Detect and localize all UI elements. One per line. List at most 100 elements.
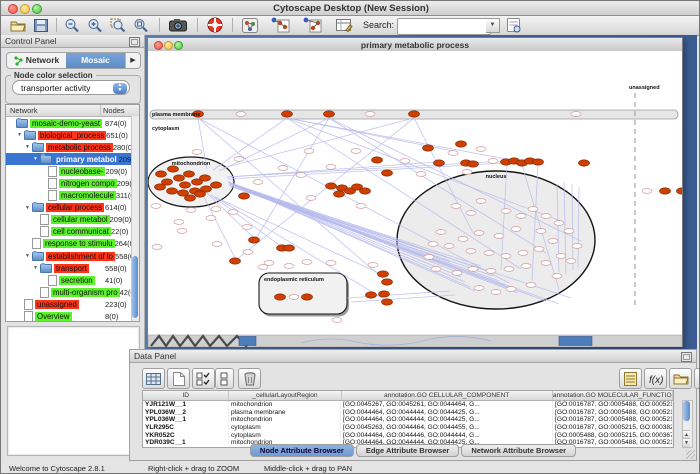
tree-scrollbar[interactable] xyxy=(131,116,139,321)
network-node-selected[interactable] xyxy=(660,188,671,194)
network-node-selected[interactable] xyxy=(200,175,211,181)
network-node-unselected[interactable] xyxy=(486,269,496,274)
network-node-selected[interactable] xyxy=(155,184,166,190)
network-node-selected[interactable] xyxy=(378,271,389,277)
unselect-attributes-icon[interactable] xyxy=(215,368,234,389)
network-node-selected[interactable] xyxy=(211,182,222,188)
tree-col-nodes[interactable]: Nodes xyxy=(101,105,139,116)
network-node-unselected[interactable] xyxy=(242,225,252,230)
network-node-unselected[interactable] xyxy=(258,265,268,270)
table-row[interactable]: YKR052Ccytoplasm[GO:0044464, GO:0044446,… xyxy=(143,432,673,440)
network-node-selected[interactable] xyxy=(185,195,196,201)
network-node-unselected[interactable] xyxy=(462,170,472,175)
tree-row[interactable]: Overview8(0) xyxy=(6,311,139,323)
network-node-unselected[interactable] xyxy=(228,210,238,215)
attribute-heatmap-icon[interactable] xyxy=(694,368,700,389)
network-node-unselected[interactable] xyxy=(536,229,546,234)
network-node-unselected[interactable] xyxy=(566,259,576,264)
network-node-unselected[interactable] xyxy=(642,189,652,194)
network-node-selected[interactable] xyxy=(174,175,185,181)
zoom-fit-icon[interactable] xyxy=(130,16,152,34)
tab-network[interactable]: Network xyxy=(7,53,66,68)
network-node-unselected[interactable] xyxy=(368,263,378,268)
tree-row[interactable]: mosaic-demo-yeast874(0) xyxy=(6,117,139,129)
network-node-unselected[interactable] xyxy=(521,264,531,269)
snapshot-camera-icon[interactable] xyxy=(167,16,189,34)
tree-row[interactable]: ▼primary metabol209(... xyxy=(6,153,139,165)
tab-overflow-icon[interactable]: ▶ xyxy=(125,53,140,68)
network-node-selected[interactable] xyxy=(456,141,467,147)
network-node-unselected[interactable] xyxy=(304,149,314,154)
network-node-unselected[interactable] xyxy=(302,260,312,265)
network-node-unselected[interactable] xyxy=(541,261,551,266)
network-node-selected[interactable] xyxy=(409,111,420,117)
network-node-unselected[interactable] xyxy=(448,151,458,156)
network-node-unselected[interactable] xyxy=(284,264,294,269)
table-col-header[interactable]: annotation.GO MOLECULAR_FUNCTION xyxy=(553,391,673,400)
node-color-attribute-select[interactable]: transporter activity ▲▼ xyxy=(12,80,130,95)
zoom-in-icon[interactable] xyxy=(84,16,106,34)
tree-row[interactable]: ▼biological_process651(0) xyxy=(6,129,139,141)
network-node-selected[interactable] xyxy=(579,160,590,166)
table-scrollbar-thumb[interactable] xyxy=(683,401,690,421)
network-view-window[interactable]: primary metabolic process plasma membran… xyxy=(147,37,683,347)
network-node-unselected[interactable] xyxy=(296,173,306,178)
network-node-unselected[interactable] xyxy=(494,234,504,239)
network-node-unselected[interactable] xyxy=(400,159,410,164)
tree-row[interactable]: cell communicat22(0) xyxy=(6,226,139,238)
network-node-selected[interactable] xyxy=(239,193,250,199)
network-node-unselected[interactable] xyxy=(278,166,288,171)
float-panel-icon[interactable] xyxy=(129,37,140,47)
network-node-unselected[interactable] xyxy=(416,172,426,177)
network-node-unselected[interactable] xyxy=(351,149,361,154)
tree-row[interactable]: unassigned223(0) xyxy=(6,298,139,310)
network-node-unselected[interactable] xyxy=(428,242,438,247)
network-node-selected[interactable] xyxy=(382,299,393,305)
function-builder-icon[interactable]: f(x) xyxy=(644,368,667,389)
network-node-selected[interactable] xyxy=(195,191,206,197)
network-node-unselected[interactable] xyxy=(511,227,521,232)
network-node-selected[interactable] xyxy=(275,294,286,300)
table-col-header[interactable]: _cellularLayoutRegion xyxy=(229,391,341,400)
expand-arrow-icon[interactable]: ▼ xyxy=(17,132,24,138)
network-node-unselected[interactable] xyxy=(506,287,516,292)
network-node-unselected[interactable] xyxy=(452,271,462,276)
network-node-unselected[interactable] xyxy=(326,165,336,170)
table-row[interactable]: YLR295Ccytoplasm[GO:0045263, GO:0044464,… xyxy=(143,424,673,432)
network-node-unselected[interactable] xyxy=(332,318,342,323)
network-node-selected[interactable] xyxy=(282,111,293,117)
tree-row[interactable]: ▼transport558(0) xyxy=(6,262,139,274)
network-node-unselected[interactable] xyxy=(501,254,511,259)
network-node-unselected[interactable] xyxy=(501,209,511,214)
network-node-unselected[interactable] xyxy=(211,207,221,212)
attribute-table[interactable]: ID_cellularLayoutRegionannotation.GO CEL… xyxy=(142,390,674,448)
import-attributes-icon[interactable] xyxy=(669,368,692,389)
network-node-unselected[interactable] xyxy=(436,230,446,235)
network-node-selected[interactable] xyxy=(366,292,377,298)
network-node-selected[interactable] xyxy=(284,245,295,251)
select-attributes-icon[interactable] xyxy=(192,368,215,389)
tree-row[interactable]: ▼cellular process614(0) xyxy=(6,202,139,214)
resize-grip[interactable] xyxy=(686,450,695,459)
network-node-unselected[interactable] xyxy=(365,112,375,117)
network-node-unselected[interactable] xyxy=(152,245,162,250)
tree-row[interactable]: secretion41(0) xyxy=(6,274,139,286)
tree-row[interactable]: ▼establishment of lo558(0) xyxy=(6,250,139,262)
network-node-unselected[interactable] xyxy=(186,208,196,213)
network-node-unselected[interactable] xyxy=(528,207,538,212)
network-node-unselected[interactable] xyxy=(356,204,366,209)
network-node-unselected[interactable] xyxy=(534,247,544,252)
network-node-unselected[interactable] xyxy=(431,267,441,272)
table-scrollbar[interactable]: ▲ ▼ xyxy=(682,400,693,448)
network-node-unselected[interactable] xyxy=(444,244,454,249)
network-node-unselected[interactable] xyxy=(236,112,246,117)
network-node-selected[interactable] xyxy=(180,182,191,188)
network-node-selected[interactable] xyxy=(324,111,335,117)
expand-arrow-icon[interactable]: ▼ xyxy=(33,265,40,271)
table-col-header[interactable]: ID xyxy=(143,391,229,400)
attribute-notes-icon[interactable] xyxy=(619,368,642,389)
tree-scrollbar-thumb[interactable] xyxy=(132,256,138,318)
save-icon[interactable] xyxy=(30,16,52,34)
network-node-unselected[interactable] xyxy=(504,267,514,272)
tree-row[interactable]: macromolecule311(0) xyxy=(6,190,139,202)
